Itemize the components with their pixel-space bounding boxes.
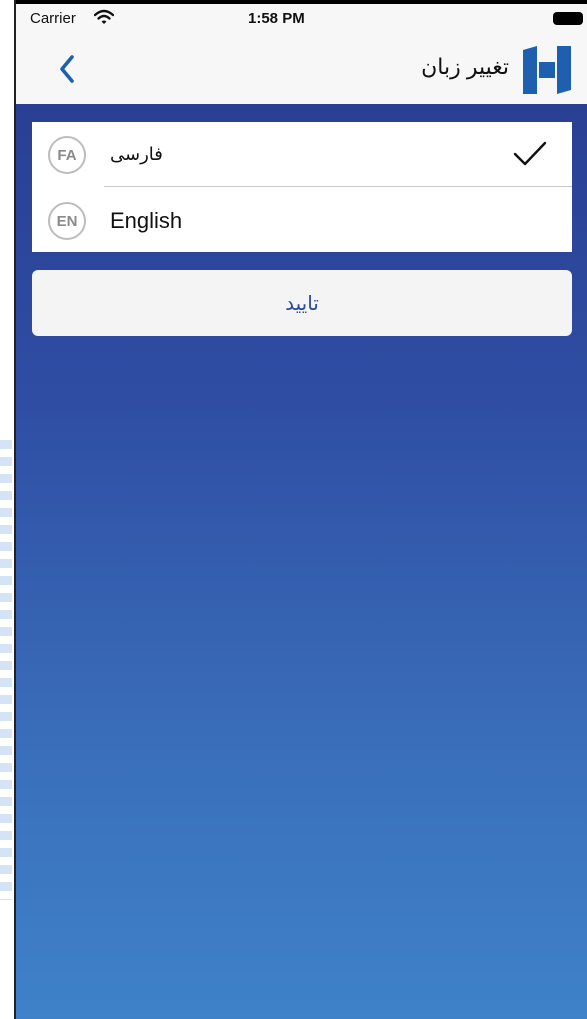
language-list: FA فارسی EN English [32, 122, 572, 252]
wifi-icon [94, 9, 114, 24]
left-edge-artifact [0, 440, 12, 900]
status-time: 1:58 PM [248, 10, 305, 27]
checkmark-icon [513, 141, 547, 166]
language-label: فارسی [110, 144, 163, 164]
confirm-button[interactable]: تایید [32, 270, 572, 336]
battery-icon [553, 12, 583, 25]
status-bar: Carrier 1:58 PM [16, 4, 587, 34]
main-content: FA فارسی EN English تایید [16, 104, 587, 1019]
bank-logo-icon [523, 46, 571, 94]
row-divider [104, 186, 572, 187]
carrier-label: Carrier [30, 10, 76, 27]
language-label: English [110, 208, 183, 233]
phone-screen: Carrier 1:58 PM تغییر زبان FA فارسی EN E… [14, 0, 587, 1019]
language-option-en[interactable]: EN English [32, 188, 572, 252]
navigation-bar: تغییر زبان [16, 34, 587, 104]
back-chevron-icon[interactable] [52, 50, 82, 88]
page-title: تغییر زبان [421, 54, 509, 79]
language-option-fa[interactable]: FA فارسی [32, 122, 572, 187]
language-code-badge: EN [48, 202, 86, 240]
language-code-badge: FA [48, 136, 86, 174]
